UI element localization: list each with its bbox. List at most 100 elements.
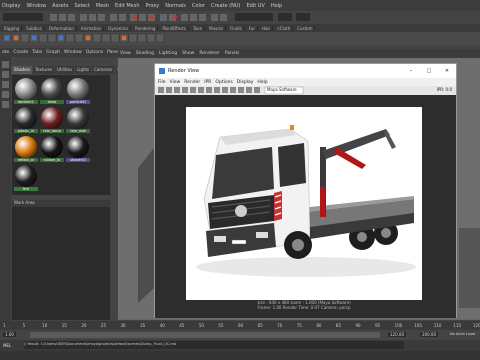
close-icon[interactable]: ✕: [438, 68, 456, 74]
command-line[interactable]: MEL // Result: C:/Users/USER/Documents/m…: [0, 340, 480, 351]
maximize-icon[interactable]: □: [420, 68, 438, 74]
shelf-tab-2[interactable]: Deformation: [47, 25, 77, 31]
hypershade-swatch-grid[interactable]: lambert1 lamb particleCl plastic_m rear_lamp…: [12, 75, 110, 195]
minimize-icon[interactable]: –: [402, 68, 420, 74]
menu-item-6[interactable]: Proxy: [145, 3, 159, 9]
shelf-tab-8[interactable]: Muscle: [207, 25, 226, 31]
render-view-menu-item-0[interactable]: File: [158, 80, 166, 85]
material-swatch[interactable]: [15, 78, 37, 100]
shelf-tabs[interactable]: Rigging Subdivs Deformation Animation Dynami…: [0, 24, 480, 32]
render-view-toolbar[interactable]: Maya Software IPR: 0:0: [155, 86, 456, 95]
menu-item-4[interactable]: Mesh: [96, 3, 109, 9]
work-area[interactable]: [12, 207, 110, 320]
shelf-tab-5[interactable]: Rendering: [133, 25, 159, 31]
menu-item-7[interactable]: Normals: [165, 3, 186, 9]
timeline-tick: 50: [198, 323, 204, 328]
shelf-tab-10[interactable]: Fur: [247, 25, 258, 31]
hypershade-menu-item-3[interactable]: Graph: [46, 50, 60, 55]
hypershade-menu-item-2[interactable]: Tabs: [32, 50, 42, 55]
range-slider[interactable]: 1.00 120.00 200.00 No Anim Layer: [0, 330, 480, 340]
render-view-menu-item-6[interactable]: Help: [257, 80, 267, 85]
material-swatch-label: rubber_bl: [40, 158, 64, 162]
hypershade-menu-item-0[interactable]: ate: [2, 50, 9, 55]
hypershade-tab-4[interactable]: Cameras: [92, 66, 114, 74]
timeline-tick: 1: [3, 323, 6, 328]
shelf-tab-13[interactable]: Custom: [295, 25, 316, 31]
shelf-tab-11[interactable]: Hair: [260, 25, 274, 31]
material-swatch-label: shaderGl: [66, 158, 90, 162]
menu-item-8[interactable]: Color: [192, 3, 205, 9]
render-view-menu-item-5[interactable]: Display: [237, 80, 254, 85]
range-bar[interactable]: [30, 332, 380, 338]
viewport-menu-item-0[interactable]: View: [120, 51, 131, 56]
renderer-select[interactable]: Maya Software: [267, 87, 297, 92]
render-view-menu-item-4[interactable]: Options: [215, 80, 232, 85]
viewport-menu-item-4[interactable]: Renderer: [199, 51, 220, 56]
timeline-tick: 90: [355, 323, 361, 328]
material-swatch-label: lamb: [40, 100, 64, 104]
timeline-tick: 85: [335, 323, 341, 328]
material-swatch[interactable]: [41, 107, 63, 129]
menu-item-3[interactable]: Select: [74, 3, 89, 9]
material-swatch[interactable]: [15, 136, 37, 158]
shelf-tab-3[interactable]: Animation: [79, 25, 105, 31]
work-area-label: Work Area: [12, 200, 110, 207]
shelf-tab-1[interactable]: Subdivs: [24, 25, 45, 31]
render-view-titlebar[interactable]: Render View – □ ✕: [155, 64, 456, 78]
shelf-tab-12[interactable]: nCloth: [275, 25, 294, 31]
timeline-tick: 95: [375, 323, 381, 328]
tool-box[interactable]: [0, 57, 11, 337]
command-result-text: // Result: C:/Users/USER/Documents/maya/…: [24, 342, 176, 346]
hypershade-menu-item-1[interactable]: Create: [13, 50, 28, 55]
render-view-menu-item-2[interactable]: Render: [184, 80, 200, 85]
anim-layer-select[interactable]: No Anim Layer: [450, 332, 476, 336]
material-swatch[interactable]: [67, 107, 89, 129]
viewport-menubar: View Shading Lighting Show Renderer Panels: [118, 49, 480, 58]
render-view-window[interactable]: Render View – □ ✕ File View Render IPR Optio…: [154, 63, 457, 318]
viewport-menu-item-3[interactable]: Show: [182, 51, 194, 56]
hypershade-tabs[interactable]: ShadersTexturesUtilitiesLightsCamerasSha…: [12, 66, 129, 74]
hypershade-tab-0[interactable]: Shaders: [12, 66, 33, 74]
shelf-icons[interactable]: [0, 32, 480, 45]
render-view-menu-item-3[interactable]: IPR: [204, 80, 211, 85]
hypershade-tab-2[interactable]: Utilities: [55, 66, 75, 74]
viewport-menu-item-5[interactable]: Panels: [225, 51, 239, 56]
material-swatch[interactable]: [67, 136, 89, 158]
menu-item-0[interactable]: Display: [2, 3, 20, 9]
material-swatch[interactable]: [41, 78, 63, 100]
menu-item-1[interactable]: Window: [26, 3, 46, 9]
menu-item-11[interactable]: Help: [271, 3, 282, 9]
menu-item-9[interactable]: Create (NU): [211, 3, 241, 9]
hypershade-tab-1[interactable]: Textures: [33, 66, 54, 74]
range-end2-field[interactable]: 200.00: [420, 332, 438, 337]
timeline-tick: 5: [22, 323, 26, 328]
shelf-tab-6[interactable]: PaintEffects: [160, 25, 189, 31]
menu-item-10[interactable]: Edit UV: [246, 3, 264, 9]
timeline-tick: 100: [394, 323, 403, 328]
menu-item-2[interactable]: Assets: [52, 3, 68, 9]
material-swatch-label: tire: [14, 187, 38, 191]
shelf-tab-7[interactable]: Toon: [191, 25, 206, 31]
shelf-tab-0[interactable]: Rigging: [2, 25, 23, 31]
hypershade-menu-item-4[interactable]: Window: [64, 50, 82, 55]
rendered-truck-image: [186, 107, 422, 300]
render-view-icon: [159, 68, 165, 74]
hypershade-menu-item-5[interactable]: Options: [86, 50, 103, 55]
material-swatch[interactable]: [15, 107, 37, 129]
menu-item-5[interactable]: Edit Mesh: [115, 3, 139, 9]
shelf-tab-4[interactable]: Dynamics: [106, 25, 131, 31]
material-swatch[interactable]: [41, 136, 63, 158]
time-slider[interactable]: 1 5 10 15 20 25 30 35 40 45 50 55 60 65 70 75 80 85 90 95 10…: [0, 321, 480, 330]
timeline-tick: 20: [81, 323, 87, 328]
timeline-tick: 80: [316, 323, 322, 328]
viewport-menu-item-1[interactable]: Shading: [136, 51, 154, 56]
hypershade-tab-3[interactable]: Lights: [75, 66, 92, 74]
material-swatch[interactable]: [67, 78, 89, 100]
range-end-field[interactable]: 120.00: [388, 332, 406, 337]
render-info: size : 640 x 480 zoom : 1.000 (Maya Soft…: [186, 300, 422, 312]
material-swatch[interactable]: [15, 165, 37, 187]
shelf-tab-9[interactable]: Fluids: [228, 25, 245, 31]
render-view-menu-item-1[interactable]: View: [170, 80, 181, 85]
range-start-field[interactable]: 1.00: [3, 332, 16, 337]
viewport-menu-item-2[interactable]: Lighting: [159, 51, 177, 56]
